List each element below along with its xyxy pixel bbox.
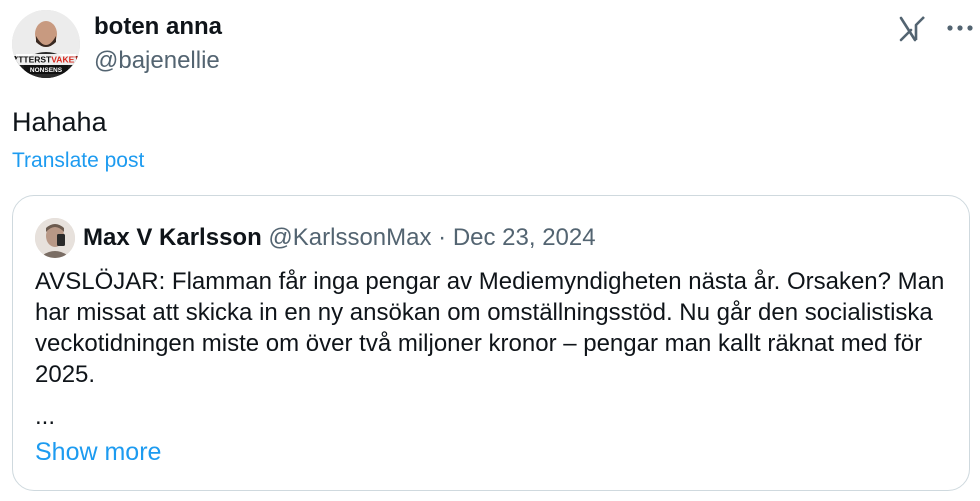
more-icon[interactable] <box>944 18 976 38</box>
post-text: Hahaha <box>12 107 107 137</box>
quoted-post-date[interactable]: Dec 23, 2024 <box>453 224 596 251</box>
quoted-post-card[interactable]: Max V Karlsson @KarlssonMax · Dec 23, 20… <box>12 195 970 491</box>
author-handle[interactable]: @bajenellie <box>94 46 220 76</box>
header-separator: · <box>438 224 447 251</box>
svg-text:NONSENS: NONSENS <box>30 67 63 74</box>
show-more-link[interactable]: Show more <box>35 436 161 468</box>
author-display-name[interactable]: boten anna <box>94 12 222 42</box>
quoted-author-handle[interactable]: @KarlssonMax <box>268 224 431 251</box>
author-avatar[interactable]: YTTERSTVAKET NONSENS <box>12 10 80 78</box>
author-avatar-image: YTTERSTVAKET NONSENS <box>12 10 80 78</box>
quoted-author-display-name[interactable]: Max V Karlsson <box>83 224 262 251</box>
truncation-ellipsis: ... <box>35 403 56 430</box>
svg-text:YTTERSTVAKET: YTTERSTVAKET <box>13 55 80 65</box>
quoted-author-line: Max V Karlsson @KarlssonMax · Dec 23, 20… <box>83 223 596 253</box>
quoted-author-avatar-image <box>35 218 75 258</box>
translate-post-link[interactable]: Translate post <box>12 148 144 174</box>
quoted-post-text: AVSLÖJAR: Flamman får inga pengar av Med… <box>35 268 945 388</box>
grok-icon[interactable] <box>898 14 928 44</box>
quoted-author-avatar[interactable] <box>35 218 75 258</box>
